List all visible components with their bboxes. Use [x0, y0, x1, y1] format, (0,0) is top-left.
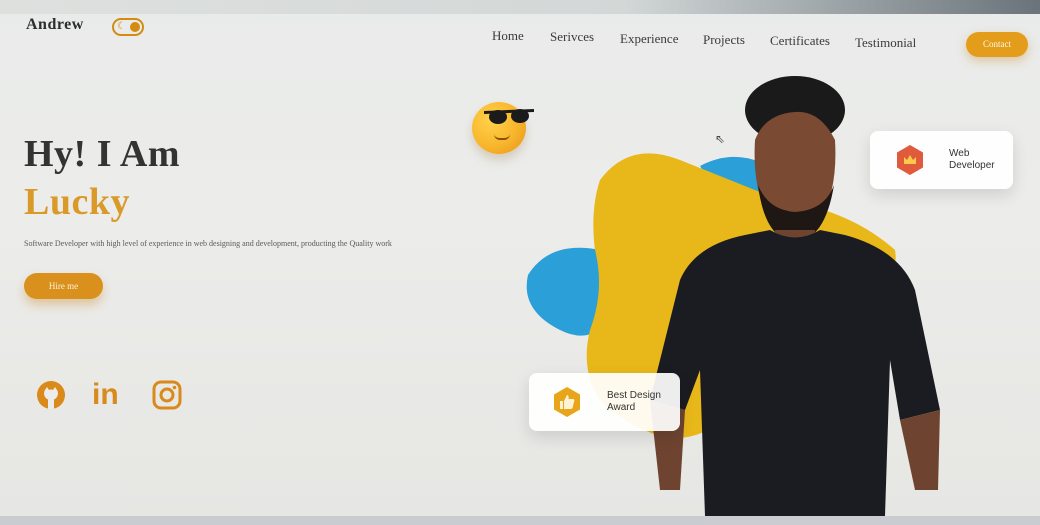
site-logo[interactable]: Andrew: [26, 16, 84, 34]
hero-greeting: Hy! I Am: [24, 133, 180, 175]
best-design-award-badge: Best Design Award: [529, 373, 680, 431]
award-badge-line1: Best Design: [607, 390, 661, 401]
main-nav: Home Serivces Experience Projects Certif…: [492, 28, 932, 50]
toggle-knob: [130, 22, 140, 32]
moon-icon: ☾: [117, 21, 126, 32]
hero-tagline: Software Developer with high level of ex…: [24, 239, 392, 248]
nav-certificates[interactable]: Certificates: [770, 33, 830, 49]
taskbar: [0, 516, 1040, 525]
thumbs-up-icon: [554, 387, 580, 417]
nav-testimonial[interactable]: Testimonial: [855, 35, 916, 51]
instagram-icon[interactable]: [150, 378, 184, 412]
award-badge-line2: Award: [607, 402, 636, 413]
theme-toggle[interactable]: ☾: [112, 18, 144, 36]
nav-services[interactable]: Serivces: [550, 29, 594, 45]
nav-projects[interactable]: Projects: [703, 32, 745, 48]
hire-me-button[interactable]: Hire me: [24, 273, 103, 299]
web-badge-line2: Developer: [949, 160, 995, 171]
web-badge-line1: Web: [949, 148, 970, 159]
github-icon[interactable]: [34, 378, 68, 412]
linkedin-icon[interactable]: in: [92, 378, 126, 412]
nav-experience[interactable]: Experience: [620, 31, 678, 47]
emoji-smile: [494, 134, 510, 140]
cool-emoji-icon: [472, 102, 534, 154]
web-developer-badge: Web Developer: [870, 131, 1013, 189]
contact-button[interactable]: Contact: [966, 32, 1028, 57]
screen-bezel: [0, 0, 1040, 14]
crown-icon: [897, 145, 923, 175]
nav-home[interactable]: Home: [492, 28, 524, 44]
hero-name: Lucky: [24, 181, 130, 223]
